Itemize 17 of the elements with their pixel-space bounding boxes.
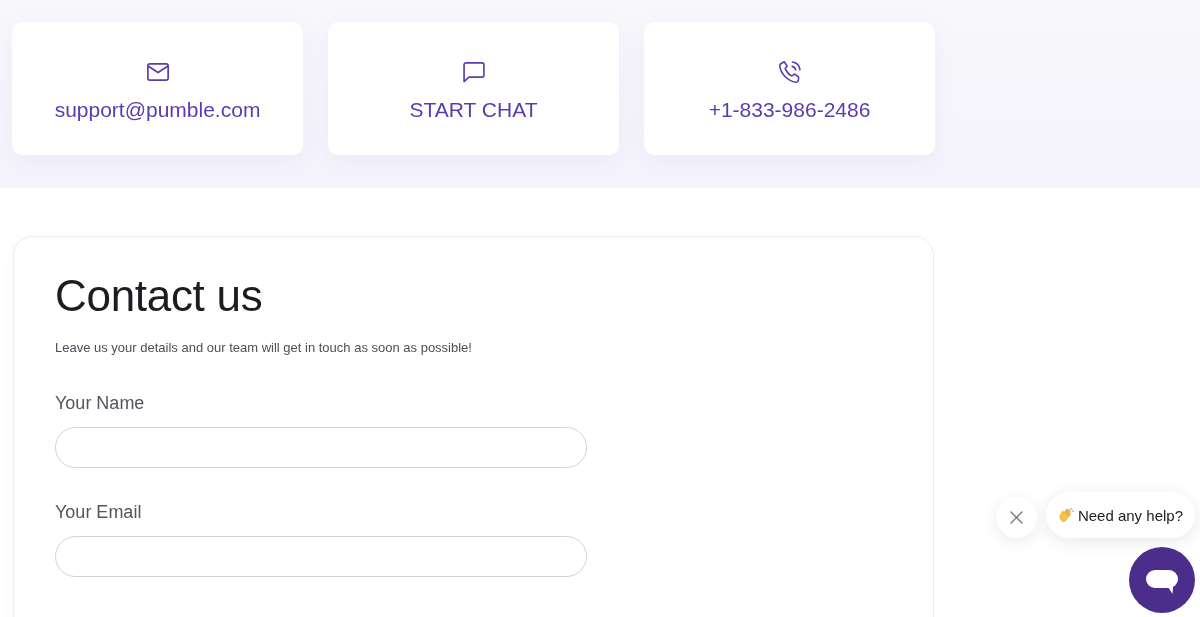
email-link[interactable]: support@pumble.com	[12, 22, 303, 155]
field-label: Your Name	[55, 392, 145, 414]
input-field[interactable]	[55, 427, 587, 468]
close-button[interactable]	[995, 497, 1037, 538]
form-subtitle: Leave us your details and our team will get in touch as soon as possible!	[55, 340, 473, 356]
close-icon	[1009, 511, 1023, 524]
speech-bubble-icon	[462, 61, 485, 83]
help-prompt-button[interactable]: Need any help?	[1045, 492, 1195, 538]
start-chat-button[interactable]: START CHAT	[328, 22, 619, 155]
input-field[interactable]	[55, 536, 587, 577]
waving-hand-icon	[1057, 507, 1074, 523]
phone-link[interactable]: +1-833-986-2486	[644, 22, 935, 155]
envelope-icon	[146, 63, 169, 81]
field-label: Your Email	[55, 501, 142, 523]
chat-bubble-icon	[1146, 569, 1178, 595]
phone-icon	[777, 60, 802, 84]
form-title: Contact us	[55, 270, 264, 322]
